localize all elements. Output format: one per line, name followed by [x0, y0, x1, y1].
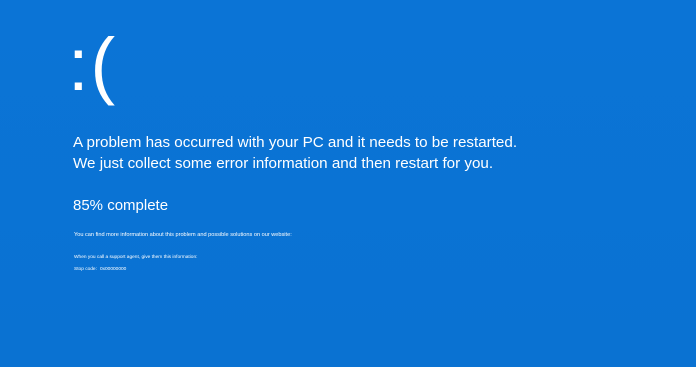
- stop-code-value: 0x00000000: [99, 267, 127, 272]
- error-screen: :( A problem has occurred with your PC a…: [0, 0, 696, 367]
- sad-face-icon: :(: [68, 23, 118, 106]
- error-message-line2: We just collect some error information a…: [73, 155, 494, 172]
- stop-code-label: Stop code:: [74, 267, 97, 272]
- progress-status: 85% complete: [73, 197, 169, 214]
- stop-code-line: Stop code: 0x00000000: [74, 267, 126, 272]
- error-message-line1: A problem has occurred with your PC and …: [73, 134, 518, 151]
- info-text: You can find more information about this…: [74, 232, 292, 238]
- support-text: When you call a support agent, give them…: [74, 255, 198, 260]
